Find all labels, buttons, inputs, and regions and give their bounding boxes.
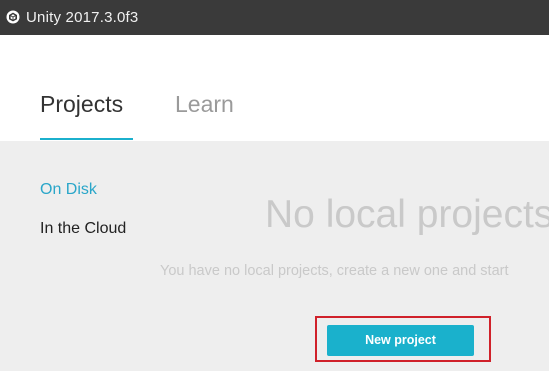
empty-state-subtitle: You have no local projects, create a new… bbox=[160, 263, 509, 279]
sidebar-item-in-the-cloud[interactable]: In the Cloud bbox=[40, 220, 126, 238]
window-title: Unity 2017.3.0f3 bbox=[26, 9, 139, 26]
new-project-button[interactable]: New project bbox=[327, 325, 474, 356]
active-tab-indicator bbox=[40, 138, 133, 140]
tab-learn[interactable]: Learn bbox=[175, 91, 234, 117]
tab-projects[interactable]: Projects bbox=[40, 91, 123, 117]
unity-logo-icon bbox=[6, 10, 20, 24]
empty-state-title: No local projects bbox=[265, 193, 549, 236]
header: Projects Learn bbox=[0, 35, 549, 141]
window-titlebar: Unity 2017.3.0f3 bbox=[0, 0, 549, 35]
sidebar-item-on-disk[interactable]: On Disk bbox=[40, 181, 97, 199]
